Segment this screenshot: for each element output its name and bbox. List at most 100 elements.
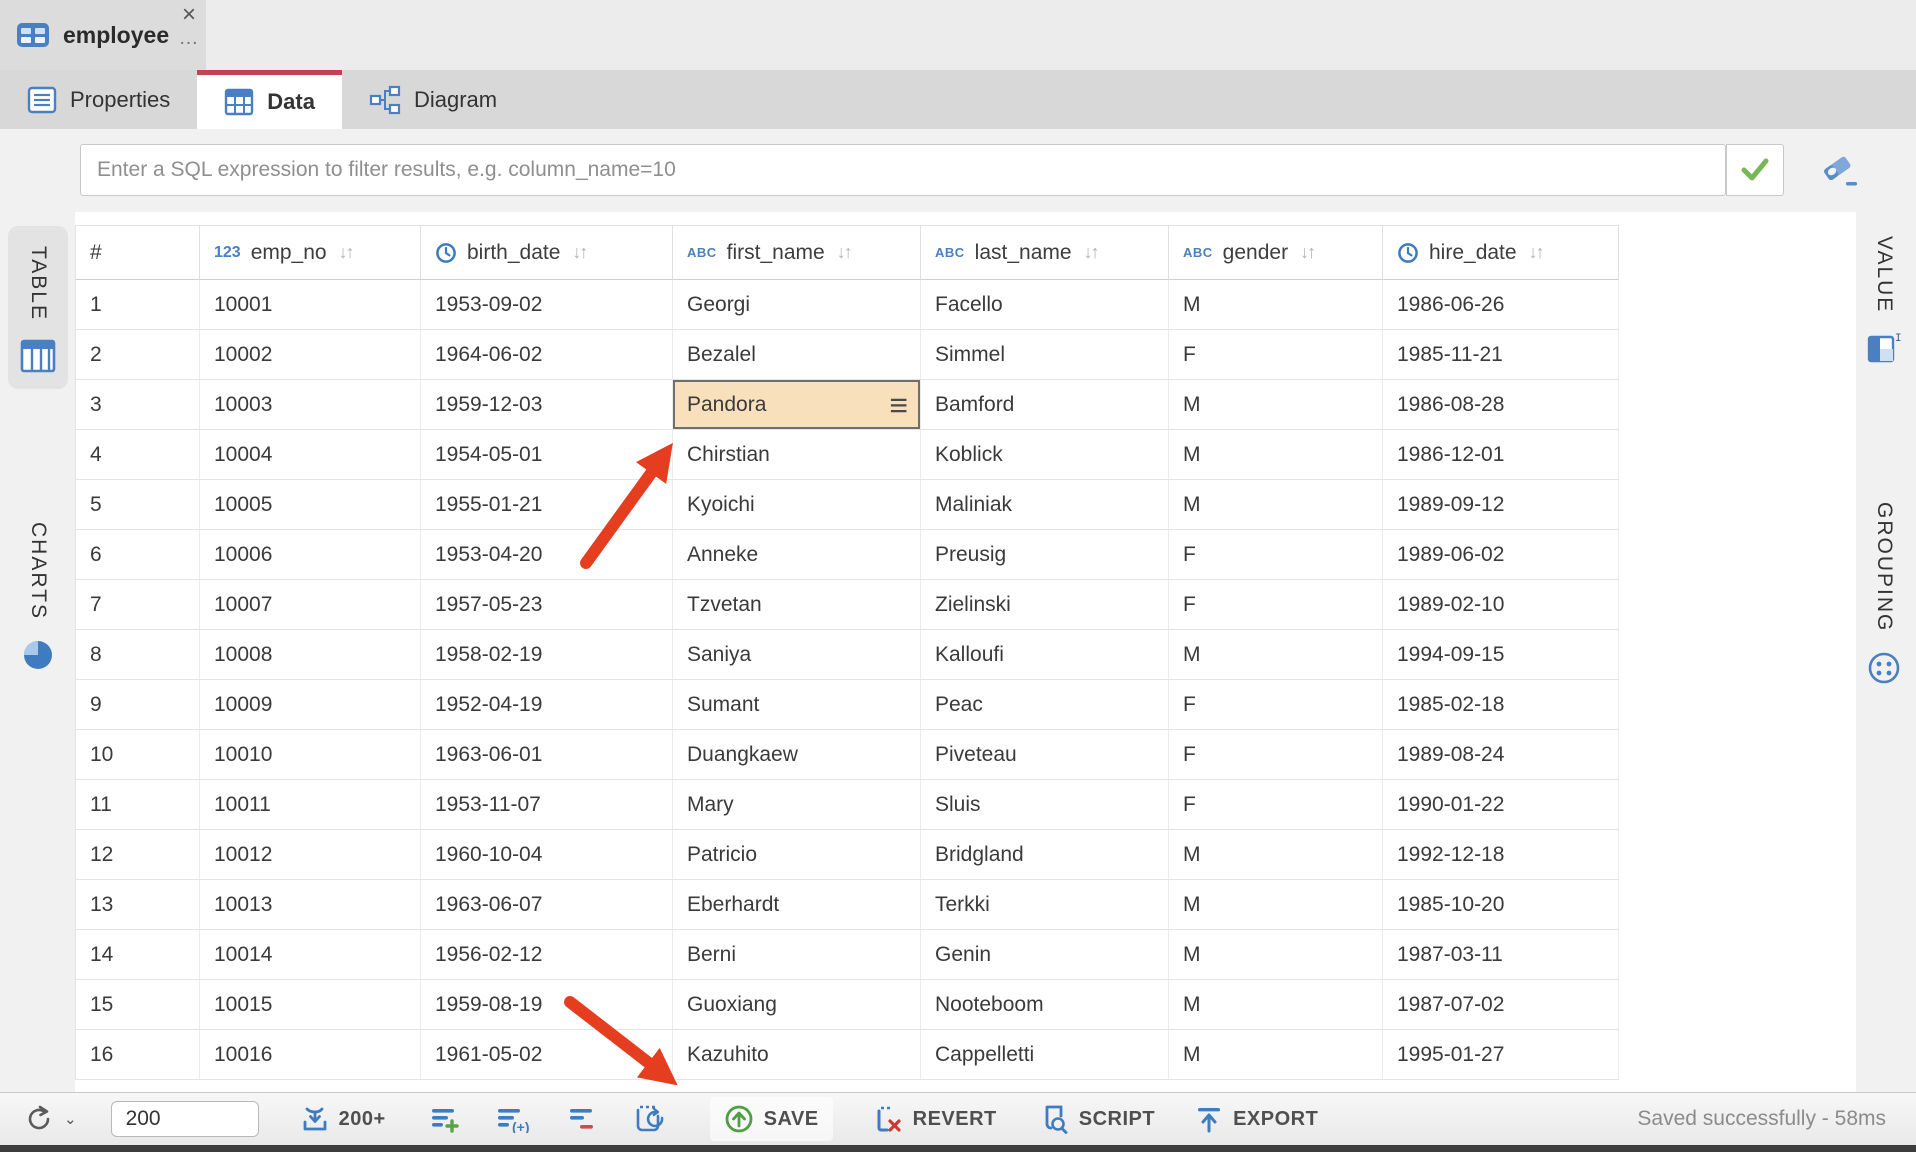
cell-birth_date[interactable]: 1956-02-12 — [421, 930, 673, 980]
column-header-first_name[interactable]: ABCfirst_name↓↑ — [673, 226, 921, 280]
refresh-button[interactable]: ⌄ — [24, 1104, 77, 1134]
sort-icon[interactable]: ↓↑ — [1300, 242, 1314, 263]
row-number-cell[interactable]: 11 — [76, 780, 200, 830]
cell-hire_date[interactable]: 1986-06-26 — [1383, 280, 1619, 330]
save-button[interactable]: SAVE — [710, 1097, 833, 1141]
export-button[interactable]: EXPORT — [1195, 1104, 1318, 1134]
cell-emp_no[interactable]: 10014 — [200, 930, 421, 980]
tab-data[interactable]: Data — [197, 70, 342, 129]
cell-first_name[interactable]: Chirstian — [673, 430, 921, 480]
cell-birth_date[interactable]: 1953-09-02 — [421, 280, 673, 330]
cell-gender[interactable]: M — [1169, 280, 1383, 330]
cell-gender[interactable]: M — [1169, 830, 1383, 880]
row-number-cell[interactable]: 13 — [76, 880, 200, 930]
sql-filter-input[interactable] — [80, 144, 1726, 196]
cell-birth_date[interactable]: 1953-11-07 — [421, 780, 673, 830]
cell-gender[interactable]: M — [1169, 430, 1383, 480]
generate-value-button[interactable] — [634, 1104, 666, 1134]
cell-emp_no[interactable]: 10008 — [200, 630, 421, 680]
cell-emp_no[interactable]: 10011 — [200, 780, 421, 830]
cell-emp_no[interactable]: 10009 — [200, 680, 421, 730]
cell-last_name[interactable]: Bamford — [921, 380, 1169, 430]
clear-filter-button[interactable] — [1818, 151, 1862, 191]
cell-first_name[interactable]: Duangkaew — [673, 730, 921, 780]
apply-filter-button[interactable] — [1726, 144, 1784, 196]
cell-first_name[interactable]: Mary — [673, 780, 921, 830]
cell-emp_no[interactable]: 10010 — [200, 730, 421, 780]
cell-emp_no[interactable]: 10002 — [200, 330, 421, 380]
row-number-cell[interactable]: 10 — [76, 730, 200, 780]
cell-gender[interactable]: F — [1169, 780, 1383, 830]
row-number-cell[interactable]: 7 — [76, 580, 200, 630]
cell-hire_date[interactable]: 1987-03-11 — [1383, 930, 1619, 980]
column-header-last_name[interactable]: ABClast_name↓↑ — [921, 226, 1169, 280]
cell-emp_no[interactable]: 10012 — [200, 830, 421, 880]
cell-hire_date[interactable]: 1985-11-21 — [1383, 330, 1619, 380]
cell-emp_no[interactable]: 10015 — [200, 980, 421, 1030]
row-number-cell[interactable]: 2 — [76, 330, 200, 380]
script-button[interactable]: SCRIPT — [1037, 1104, 1155, 1134]
cell-birth_date[interactable]: 1955-01-21 — [421, 480, 673, 530]
cell-gender[interactable]: M — [1169, 480, 1383, 530]
cell-birth_date[interactable]: 1959-08-19 — [421, 980, 673, 1030]
cell-first_name[interactable]: Patricio — [673, 830, 921, 880]
chevron-down-icon[interactable]: ⌄ — [64, 1110, 77, 1128]
cell-birth_date[interactable]: 1964-06-02 — [421, 330, 673, 380]
row-number-cell[interactable]: 12 — [76, 830, 200, 880]
cell-last_name[interactable]: Terkki — [921, 880, 1169, 930]
cell-emp_no[interactable]: 10003 — [200, 380, 421, 430]
cell-hire_date[interactable]: 1995-01-27 — [1383, 1030, 1619, 1080]
cell-gender[interactable]: M — [1169, 930, 1383, 980]
cell-last_name[interactable]: Sluis — [921, 780, 1169, 830]
cell-emp_no[interactable]: 10001 — [200, 280, 421, 330]
duplicate-row-button[interactable]: (+) — [496, 1105, 532, 1133]
column-header-rownum[interactable]: # — [76, 226, 200, 280]
cell-first_name[interactable]: Guoxiang — [673, 980, 921, 1030]
cell-emp_no[interactable]: 10013 — [200, 880, 421, 930]
cell-birth_date[interactable]: 1953-04-20 — [421, 530, 673, 580]
cell-first_name[interactable]: Kyoichi — [673, 480, 921, 530]
row-number-cell[interactable]: 8 — [76, 630, 200, 680]
row-number-cell[interactable]: 9 — [76, 680, 200, 730]
cell-first_name[interactable]: Anneke — [673, 530, 921, 580]
row-number-cell[interactable]: 4 — [76, 430, 200, 480]
cell-first_name[interactable]: Kazuhito — [673, 1030, 921, 1080]
tab-properties[interactable]: Properties — [0, 70, 197, 129]
cell-hire_date[interactable]: 1985-02-18 — [1383, 680, 1619, 730]
cell-last_name[interactable]: Piveteau — [921, 730, 1169, 780]
tab-diagram[interactable]: Diagram — [342, 70, 524, 129]
cell-gender[interactable]: M — [1169, 980, 1383, 1030]
cell-gender[interactable]: M — [1169, 1030, 1383, 1080]
row-number-cell[interactable]: 14 — [76, 930, 200, 980]
column-header-emp_no[interactable]: 123emp_no↓↑ — [200, 226, 421, 280]
cell-birth_date[interactable]: 1952-04-19 — [421, 680, 673, 730]
cell-first_name[interactable]: Georgi — [673, 280, 921, 330]
cell-hire_date[interactable]: 1994-09-15 — [1383, 630, 1619, 680]
cell-gender[interactable]: M — [1169, 380, 1383, 430]
cell-hire_date[interactable]: 1989-08-24 — [1383, 730, 1619, 780]
cell-last_name[interactable]: Kalloufi — [921, 630, 1169, 680]
add-row-button[interactable] — [430, 1105, 460, 1133]
cell-hire_date[interactable]: 1989-06-02 — [1383, 530, 1619, 580]
cell-emp_no[interactable]: 10007 — [200, 580, 421, 630]
cell-first_name[interactable]: Eberhardt — [673, 880, 921, 930]
fetch-size-input[interactable] — [111, 1101, 259, 1137]
row-number-cell[interactable]: 5 — [76, 480, 200, 530]
column-header-hire_date[interactable]: hire_date↓↑ — [1383, 226, 1619, 280]
panel-tab-charts[interactable]: CHARTS — [8, 512, 68, 682]
revert-button[interactable]: REVERT — [873, 1104, 997, 1134]
tab-overflow-icon[interactable]: … — [179, 28, 200, 48]
sort-icon[interactable]: ↓↑ — [1529, 242, 1543, 263]
cell-gender[interactable]: F — [1169, 730, 1383, 780]
row-number-cell[interactable]: 6 — [76, 530, 200, 580]
cell-emp_no[interactable]: 10016 — [200, 1030, 421, 1080]
cell-hire_date[interactable]: 1987-07-02 — [1383, 980, 1619, 1030]
cell-last_name[interactable]: Facello — [921, 280, 1169, 330]
cell-first_name[interactable]: Saniya — [673, 630, 921, 680]
cell-hire_date[interactable]: 1985-10-20 — [1383, 880, 1619, 930]
column-header-gender[interactable]: ABCgender↓↑ — [1169, 226, 1383, 280]
editor-tab-employee[interactable]: employee × … — [0, 0, 206, 70]
cell-birth_date[interactable]: 1963-06-01 — [421, 730, 673, 780]
cell-birth_date[interactable]: 1963-06-07 — [421, 880, 673, 930]
cell-hire_date[interactable]: 1989-02-10 — [1383, 580, 1619, 630]
